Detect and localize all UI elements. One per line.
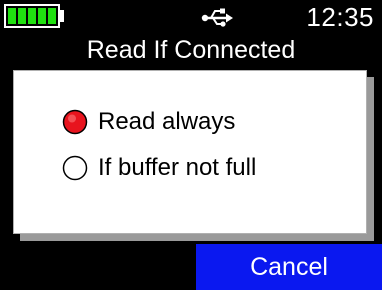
battery-cell — [48, 8, 56, 24]
cancel-button[interactable]: Cancel — [196, 244, 382, 290]
device-screen: 12:35 Read If Connected Read always If b… — [0, 0, 382, 290]
battery-tip — [60, 10, 64, 22]
option-read-always[interactable]: Read always — [62, 105, 235, 139]
clock: 12:35 — [306, 2, 374, 32]
battery-cell — [38, 8, 46, 24]
page-title: Read If Connected — [86, 36, 296, 64]
battery-cell — [18, 8, 26, 24]
battery-icon — [4, 4, 60, 28]
option-label: Read always — [98, 108, 236, 135]
options-dialog: Read always If buffer not full — [13, 70, 367, 234]
battery-cell — [8, 8, 16, 24]
radio-selected-icon[interactable] — [62, 109, 88, 135]
battery-cell — [28, 8, 36, 24]
usb-icon — [201, 8, 233, 27]
option-label: If buffer not full — [98, 154, 257, 181]
option-if-buffer-not-full[interactable]: If buffer not full — [62, 151, 256, 185]
radio-unselected-icon[interactable] — [62, 155, 88, 181]
